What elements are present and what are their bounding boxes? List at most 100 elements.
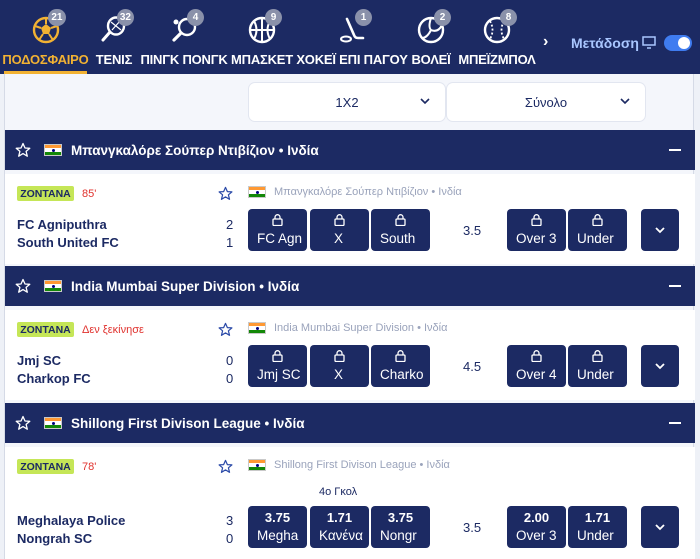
- sport-tab-label: ΠΟΔΟΣΦΑΙΡΟ: [2, 52, 89, 67]
- league-header[interactable]: Shillong First Divison League • Ινδία: [5, 403, 695, 443]
- star-icon[interactable]: [15, 415, 31, 431]
- league-name: Μπανγκαλόρε Σούπερ Ντιβίζιον • Ινδία: [71, 142, 319, 158]
- count-badge: 9: [265, 9, 282, 26]
- sport-tab-label: ΒΟΛΕΪ: [411, 52, 451, 67]
- soccer-ball-icon: 21: [27, 9, 66, 49]
- odds-label: Megha: [257, 528, 299, 543]
- odds-label: Under: [577, 528, 614, 543]
- count-badge: 4: [187, 9, 204, 26]
- odds-value: 1.71: [584, 510, 611, 525]
- ping-pong-paddle-icon: 4: [165, 9, 204, 49]
- lock-icon: [592, 350, 603, 362]
- away-team[interactable]: Charkop FC: [17, 371, 91, 386]
- home-team[interactable]: Meghalaya Police: [17, 513, 125, 528]
- sport-tab-ping-pong[interactable]: 4 ΠΙΝΓΚ ΠΟΝΓΚ: [140, 0, 228, 74]
- more-markets-button[interactable]: [641, 506, 679, 548]
- away-team[interactable]: Nongrah SC: [17, 531, 92, 546]
- star-icon[interactable]: [218, 186, 233, 201]
- more-markets-button[interactable]: [641, 345, 679, 387]
- match-minute: 78': [82, 461, 97, 473]
- market-select-secondary[interactable]: Σύνολο: [447, 83, 645, 121]
- sport-tab-ice-hockey[interactable]: 1 ΧΟΚΕΪ ΕΠΙ ΠΑΓΟΥ: [296, 0, 408, 74]
- event-league-name: Μπανγκαλόρε Σούπερ Ντιβίζιον • Ινδία: [274, 186, 462, 198]
- home-team[interactable]: Jmj SC: [17, 353, 61, 368]
- event-league-name: Shillong First Divison League • Ινδία: [274, 459, 450, 471]
- odds-value: 3.75: [387, 510, 414, 525]
- match-minute: 85': [82, 188, 97, 200]
- event-league-name: India Mumbai Super Division • Ινδία: [274, 322, 448, 334]
- india-flag-icon: [44, 144, 62, 156]
- event-row: ΖΟΝΤΑΝΑ 78' Shillong First Divison Leagu…: [5, 447, 695, 559]
- live-stream-label: Μετάδοση: [571, 35, 639, 51]
- match-status: Δεν ξεκίνησε: [82, 324, 144, 336]
- home-team[interactable]: FC Agniputhra: [17, 217, 107, 232]
- event-league-line: India Mumbai Super Division • Ινδία: [248, 322, 447, 334]
- india-flag-icon: [44, 417, 62, 429]
- star-icon[interactable]: [15, 142, 31, 158]
- odds-button-under[interactable]: Under: [568, 209, 627, 251]
- odds-button-draw[interactable]: X: [310, 209, 369, 251]
- odds-button-over[interactable]: Over 4: [507, 345, 566, 387]
- odds-button-away[interactable]: 3.75 Nongr: [371, 506, 430, 548]
- odds-button-away[interactable]: South: [371, 209, 430, 251]
- sport-tab-baseball[interactable]: 8 ΜΠΕΪΖΜΠΟΛ: [458, 0, 536, 74]
- india-flag-icon: [248, 459, 266, 471]
- more-markets-button[interactable]: [641, 209, 679, 251]
- live-stream-toggle[interactable]: [664, 35, 692, 51]
- count-badge: 1: [355, 9, 372, 26]
- league-header[interactable]: Μπανγκαλόρε Σούπερ Ντιβίζιον • Ινδία: [5, 130, 695, 170]
- star-icon[interactable]: [15, 278, 31, 294]
- event-row: ΖΟΝΤΑΝΑ 85' Μπανγκαλόρε Σούπερ Ντιβίζιον…: [5, 174, 695, 264]
- away-score: 0: [226, 371, 234, 386]
- sport-tab-tennis[interactable]: 32 ΤΕΝΙΣ: [92, 0, 136, 74]
- lock-icon: [334, 214, 345, 226]
- sport-tab-label: ΤΕΝΙΣ: [95, 52, 133, 67]
- odds-button-over[interactable]: 2.00 Over 3: [507, 506, 566, 548]
- home-score: 3: [226, 513, 234, 528]
- sport-tab-basketball[interactable]: 9 ΜΠΑΣΚΕΤ: [231, 0, 293, 74]
- odds-button-home[interactable]: FC Agn: [248, 209, 307, 251]
- odds-button-home[interactable]: Jmj SC: [248, 345, 307, 387]
- odds-button-under[interactable]: 1.71 Under: [568, 506, 627, 548]
- odds-button-away[interactable]: Charko: [371, 345, 430, 387]
- event-league-line: Μπανγκαλόρε Σούπερ Ντιβίζιον • Ινδία: [248, 186, 462, 198]
- odds-button-over[interactable]: Over 3: [507, 209, 566, 251]
- lock-icon: [334, 350, 345, 362]
- count-badge: 21: [48, 9, 66, 26]
- lock-icon: [272, 214, 283, 226]
- odds-button-draw[interactable]: 1.71 Κανένα: [310, 506, 369, 548]
- chevron-down-icon: [620, 98, 630, 105]
- chevron-down-icon: [420, 98, 430, 105]
- count-badge: 2: [434, 9, 451, 26]
- collapse-icon[interactable]: [669, 149, 681, 151]
- league-name: India Mumbai Super Division • Ινδία: [71, 278, 300, 294]
- odds-label: Under: [577, 367, 614, 382]
- odds-label: Charko: [380, 367, 424, 382]
- away-score: 0: [226, 531, 234, 546]
- league-name: Shillong First Divison League • Ινδία: [71, 415, 305, 431]
- sport-tab-soccer[interactable]: 21 ΠΟΔΟΣΦΑΙΡΟ: [2, 0, 89, 74]
- market-title: 4ο Γκολ: [319, 486, 358, 498]
- collapse-icon[interactable]: [669, 285, 681, 287]
- odds-label: Nongr: [380, 528, 417, 543]
- india-flag-icon: [44, 280, 62, 292]
- lock-icon: [592, 214, 603, 226]
- live-badge: ΖΟΝΤΑΝΑ: [17, 459, 74, 474]
- star-icon[interactable]: [218, 322, 233, 337]
- volleyball-icon: 2: [412, 9, 451, 49]
- market-select-value: Σύνολο: [524, 94, 568, 110]
- odds-button-under[interactable]: Under: [568, 345, 627, 387]
- odds-value: 1.71: [326, 510, 353, 525]
- collapse-icon[interactable]: [669, 422, 681, 424]
- sport-tab-volleyball[interactable]: 2 ΒΟΛΕΪ: [410, 0, 452, 74]
- star-icon[interactable]: [218, 459, 233, 474]
- away-team[interactable]: South United FC: [17, 235, 119, 250]
- sports-nav: 21 ΠΟΔΟΣΦΑΙΡΟ 32 ΤΕΝΙΣ 4 ΠΙΝΓΚ ΠΟΝΓΚ 9 Μ…: [0, 0, 700, 74]
- league-header[interactable]: India Mumbai Super Division • Ινδία: [5, 266, 695, 306]
- sport-tab-label: ΠΙΝΓΚ ΠΟΝΓΚ: [140, 52, 228, 67]
- market-select-main[interactable]: 1X2: [249, 83, 445, 121]
- chevron-right-icon[interactable]: ›: [543, 33, 548, 51]
- lock-icon: [272, 350, 283, 362]
- odds-button-home[interactable]: 3.75 Megha: [248, 506, 307, 548]
- odds-button-draw[interactable]: X: [310, 345, 369, 387]
